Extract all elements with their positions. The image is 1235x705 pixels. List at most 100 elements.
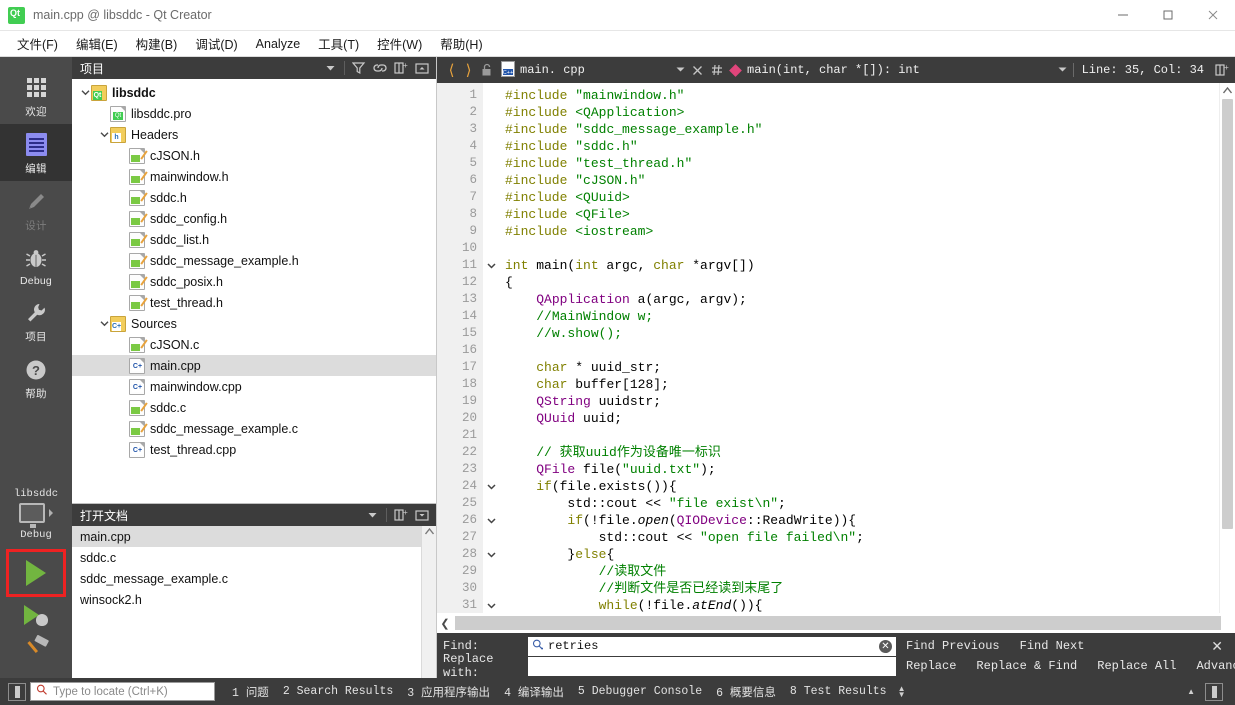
replace-field[interactable] [528,656,896,676]
menu-file[interactable]: 文件(F) [8,31,67,56]
tree-item[interactable]: mainwindow.h [72,166,436,187]
clear-icon[interactable]: ✕ [879,639,892,653]
menu-tools[interactable]: 工具(T) [309,31,368,56]
scroll-left-icon[interactable]: ❮ [437,617,453,630]
advanced-button[interactable]: Advanced... [1186,659,1235,673]
output-pane-more-icon[interactable]: ▲ ▼ [894,684,910,698]
open-documents-scrollbar[interactable] [421,526,436,678]
expand-arrow-icon[interactable] [99,129,110,140]
start-debugging-button[interactable] [24,599,48,627]
scrollbar-thumb[interactable] [455,616,1221,630]
chevron-down-icon[interactable] [1048,63,1067,77]
open-document-item[interactable]: main.cpp [72,526,436,547]
code-line[interactable]: // 获取uuid作为设备唯一标识 [505,444,1219,461]
code-line[interactable]: //读取文件 [505,563,1219,580]
code-line[interactable]: #include "mainwindow.h" [505,87,1219,104]
tree-item[interactable]: test_thread.h [72,292,436,313]
replace-and-find-button[interactable]: Replace & Find [966,659,1087,673]
run-button[interactable] [6,549,66,597]
find-field[interactable]: ✕ [528,636,896,656]
output-pane-tests[interactable]: 8 Test Results [783,685,894,698]
tree-item[interactable]: sddc.h [72,187,436,208]
code-line[interactable]: #include "cJSON.h" [505,172,1219,189]
menu-help[interactable]: 帮助(H) [431,31,491,56]
code-line[interactable]: #include <QUuid> [505,189,1219,206]
tree-item[interactable]: h Headers [72,124,436,145]
code-line[interactable]: }else{ [505,546,1219,563]
code-line[interactable]: #include <QApplication> [505,104,1219,121]
sidebar-item-help[interactable]: ? 帮助 [0,349,72,406]
code-line[interactable]: //w.show(); [505,325,1219,342]
sidebar-item-edit[interactable]: 编辑 [0,124,72,181]
tree-item[interactable]: cJSON.c [72,334,436,355]
scroll-up-icon[interactable] [1223,83,1232,97]
find-input[interactable] [544,639,879,653]
build-button[interactable] [21,627,51,678]
code-line[interactable]: QUuid uuid; [505,410,1219,427]
pane-chevron-down-icon[interactable] [320,58,340,78]
code-line[interactable]: if(!file.open(QIODevice::ReadWrite)){ [505,512,1219,529]
replace-input[interactable] [532,659,892,673]
tree-item[interactable]: sddc_posix.h [72,271,436,292]
tree-item[interactable]: sddc_list.h [72,229,436,250]
hash-icon[interactable] [707,59,727,81]
find-previous-button[interactable]: Find Previous [896,639,1010,653]
tree-item[interactable]: C+ mainwindow.cpp [72,376,436,397]
open-document-item[interactable]: sddc.c [72,547,436,568]
sidebar-item-design[interactable]: 设计 [0,181,72,238]
editor-horizontal-scrollbar[interactable]: ❮ [437,613,1235,633]
code-line[interactable]: QApplication a(argc, argv); [505,291,1219,308]
editor-vertical-scrollbar[interactable] [1219,83,1235,613]
output-pane-app[interactable]: 3 应用程序输出 [400,684,497,700]
fold-marker-column[interactable] [483,83,499,613]
tree-item[interactable]: Qt libsddc [72,82,436,103]
code-line[interactable]: if(file.exists()){ [505,478,1219,495]
project-tree[interactable]: Qt libsddc Qt libsddc.pro h Headers cJSON.h mai… [72,79,436,503]
expand-arrow-icon[interactable] [99,318,110,329]
output-pane-debugger[interactable]: 5 Debugger Console [571,685,709,698]
code-line[interactable]: QString uuidstr; [505,393,1219,410]
collapse-icon[interactable] [412,505,432,525]
close-icon[interactable]: ✕ [1211,638,1235,655]
locator-input-wrapper[interactable]: Type to locate (Ctrl+K) [30,682,215,701]
scrollbar-thumb[interactable] [1222,99,1233,529]
code-line[interactable]: std::cout << "open file failed\n"; [505,529,1219,546]
tree-item[interactable]: C+ Sources [72,313,436,334]
code-line[interactable]: char * uuid_str; [505,359,1219,376]
fold-toggle-icon[interactable] [483,478,499,495]
output-pane-issues[interactable]: 1 问题 [225,684,276,700]
find-next-button[interactable]: Find Next [1010,639,1095,653]
code-text[interactable]: #include "mainwindow.h" #include <QApplic… [499,83,1219,613]
code-line[interactable]: //判断文件是否已经读到末尾了 [505,580,1219,597]
open-document-item[interactable]: sddc_message_example.c [72,568,436,589]
tree-item[interactable]: sddc_config.h [72,208,436,229]
forward-arrow-icon[interactable]: ⟩ [460,59,477,81]
code-line[interactable]: std::cout << "file exist\n"; [505,495,1219,512]
tree-item[interactable]: sddc.c [72,397,436,418]
chevron-down-icon[interactable] [666,63,685,77]
code-line[interactable]: #include "sddc.h" [505,138,1219,155]
sidebar-item-welcome[interactable]: 欢迎 [0,67,72,124]
code-line[interactable]: while(!file.atEnd()){ [505,597,1219,613]
code-line[interactable]: #include "test_thread.h" [505,155,1219,172]
open-document-item[interactable]: winsock2.h [72,589,436,610]
split-icon[interactable]: + [391,505,411,525]
output-pane-general[interactable]: 6 概要信息 [709,684,783,700]
maximize-button[interactable] [1145,0,1190,31]
output-pane-compile[interactable]: 4 编译输出 [497,684,571,700]
back-arrow-icon[interactable]: ⟨ [443,59,460,81]
menu-widgets[interactable]: 控件(W) [368,31,431,56]
code-line[interactable]: QFile file("uuid.txt"); [505,461,1219,478]
filter-icon[interactable] [349,58,369,78]
code-line[interactable]: { [505,274,1219,291]
fold-toggle-icon[interactable] [483,257,499,274]
code-line[interactable]: int main(int argc, char *argv[]) [505,257,1219,274]
code-editor[interactable]: 1 2 3 4 5 6 7 8 9 10 11 12 13 14 15 16 17 18 19 20 21 22 23 24 2… [437,83,1235,613]
open-documents-list[interactable]: main.cpp sddc.c sddc_message_example.c wins… [72,526,436,678]
split-editor-icon[interactable]: + [1212,59,1232,81]
expand-arrow-icon[interactable] [80,87,91,98]
pane-chevron-down-icon[interactable] [362,505,382,525]
code-line[interactable]: char buffer[128]; [505,376,1219,393]
fold-toggle-icon[interactable] [483,546,499,563]
unlocked-icon[interactable] [477,59,497,81]
